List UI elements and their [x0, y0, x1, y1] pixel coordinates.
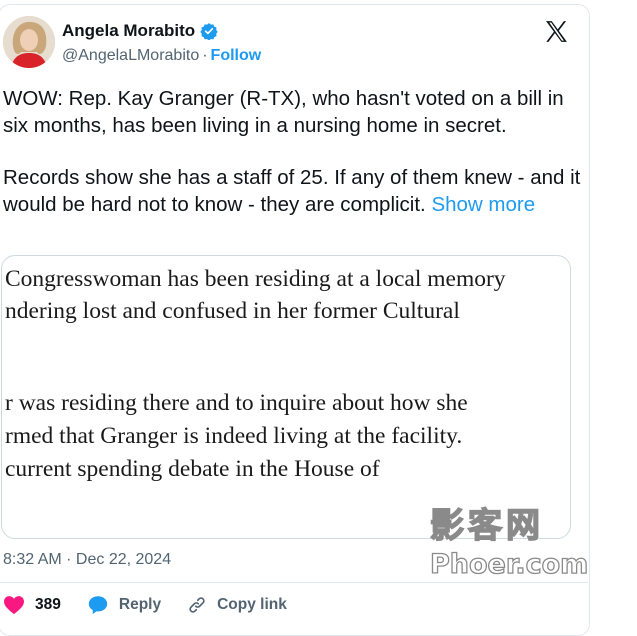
copy-link-label: Copy link — [217, 596, 287, 613]
avatar[interactable] — [3, 16, 55, 68]
tweet-text: WOW: Rep. Kay Granger (R-TX), who hasn't… — [3, 86, 583, 218]
verified-badge-icon — [200, 22, 218, 41]
follow-button[interactable]: Follow — [211, 47, 262, 64]
tweet-paragraph-2: Records show she has a staff of 25. If a… — [3, 165, 583, 218]
action-bar: 389 Reply Copy link — [3, 594, 313, 616]
heart-icon — [4, 596, 24, 615]
handle-separator: · — [202, 47, 208, 64]
reply-button[interactable]: Reply — [87, 594, 161, 616]
author-name[interactable]: Angela Morabito — [62, 21, 195, 41]
reply-bubble-icon — [88, 596, 108, 615]
media-image[interactable]: Congresswoman has been residing at a loc… — [1, 255, 571, 539]
tweet-timestamp[interactable]: 8:32 AM · Dec 22, 2024 — [3, 551, 171, 569]
media-text-line: Congresswoman has been residing at a loc… — [5, 266, 506, 292]
like-count: 389 — [35, 596, 61, 613]
x-logo-icon[interactable] — [544, 19, 569, 44]
author-handle[interactable]: @AngelaLMorabito — [62, 47, 199, 64]
show-more-link[interactable]: Show more — [431, 193, 535, 216]
author-handle-row: @AngelaLMorabito · Follow — [62, 47, 261, 65]
like-button[interactable]: 389 — [3, 595, 61, 615]
copy-link-button[interactable]: Copy link — [187, 595, 287, 615]
media-text-line: rmed that Granger is indeed living at th… — [5, 423, 463, 449]
reply-label: Reply — [118, 596, 162, 613]
link-icon — [189, 597, 205, 613]
tweet-paragraph-1: WOW: Rep. Kay Granger (R-TX), who hasn't… — [3, 87, 564, 137]
media-text-line: current spending debate in the House of — [5, 456, 380, 482]
media-text-line: ndering lost and confused in her former … — [5, 298, 460, 324]
author-name-row: Angela Morabito — [62, 21, 218, 41]
divider — [0, 582, 588, 583]
media-text-line: r was residing there and to inquire abou… — [5, 390, 468, 416]
